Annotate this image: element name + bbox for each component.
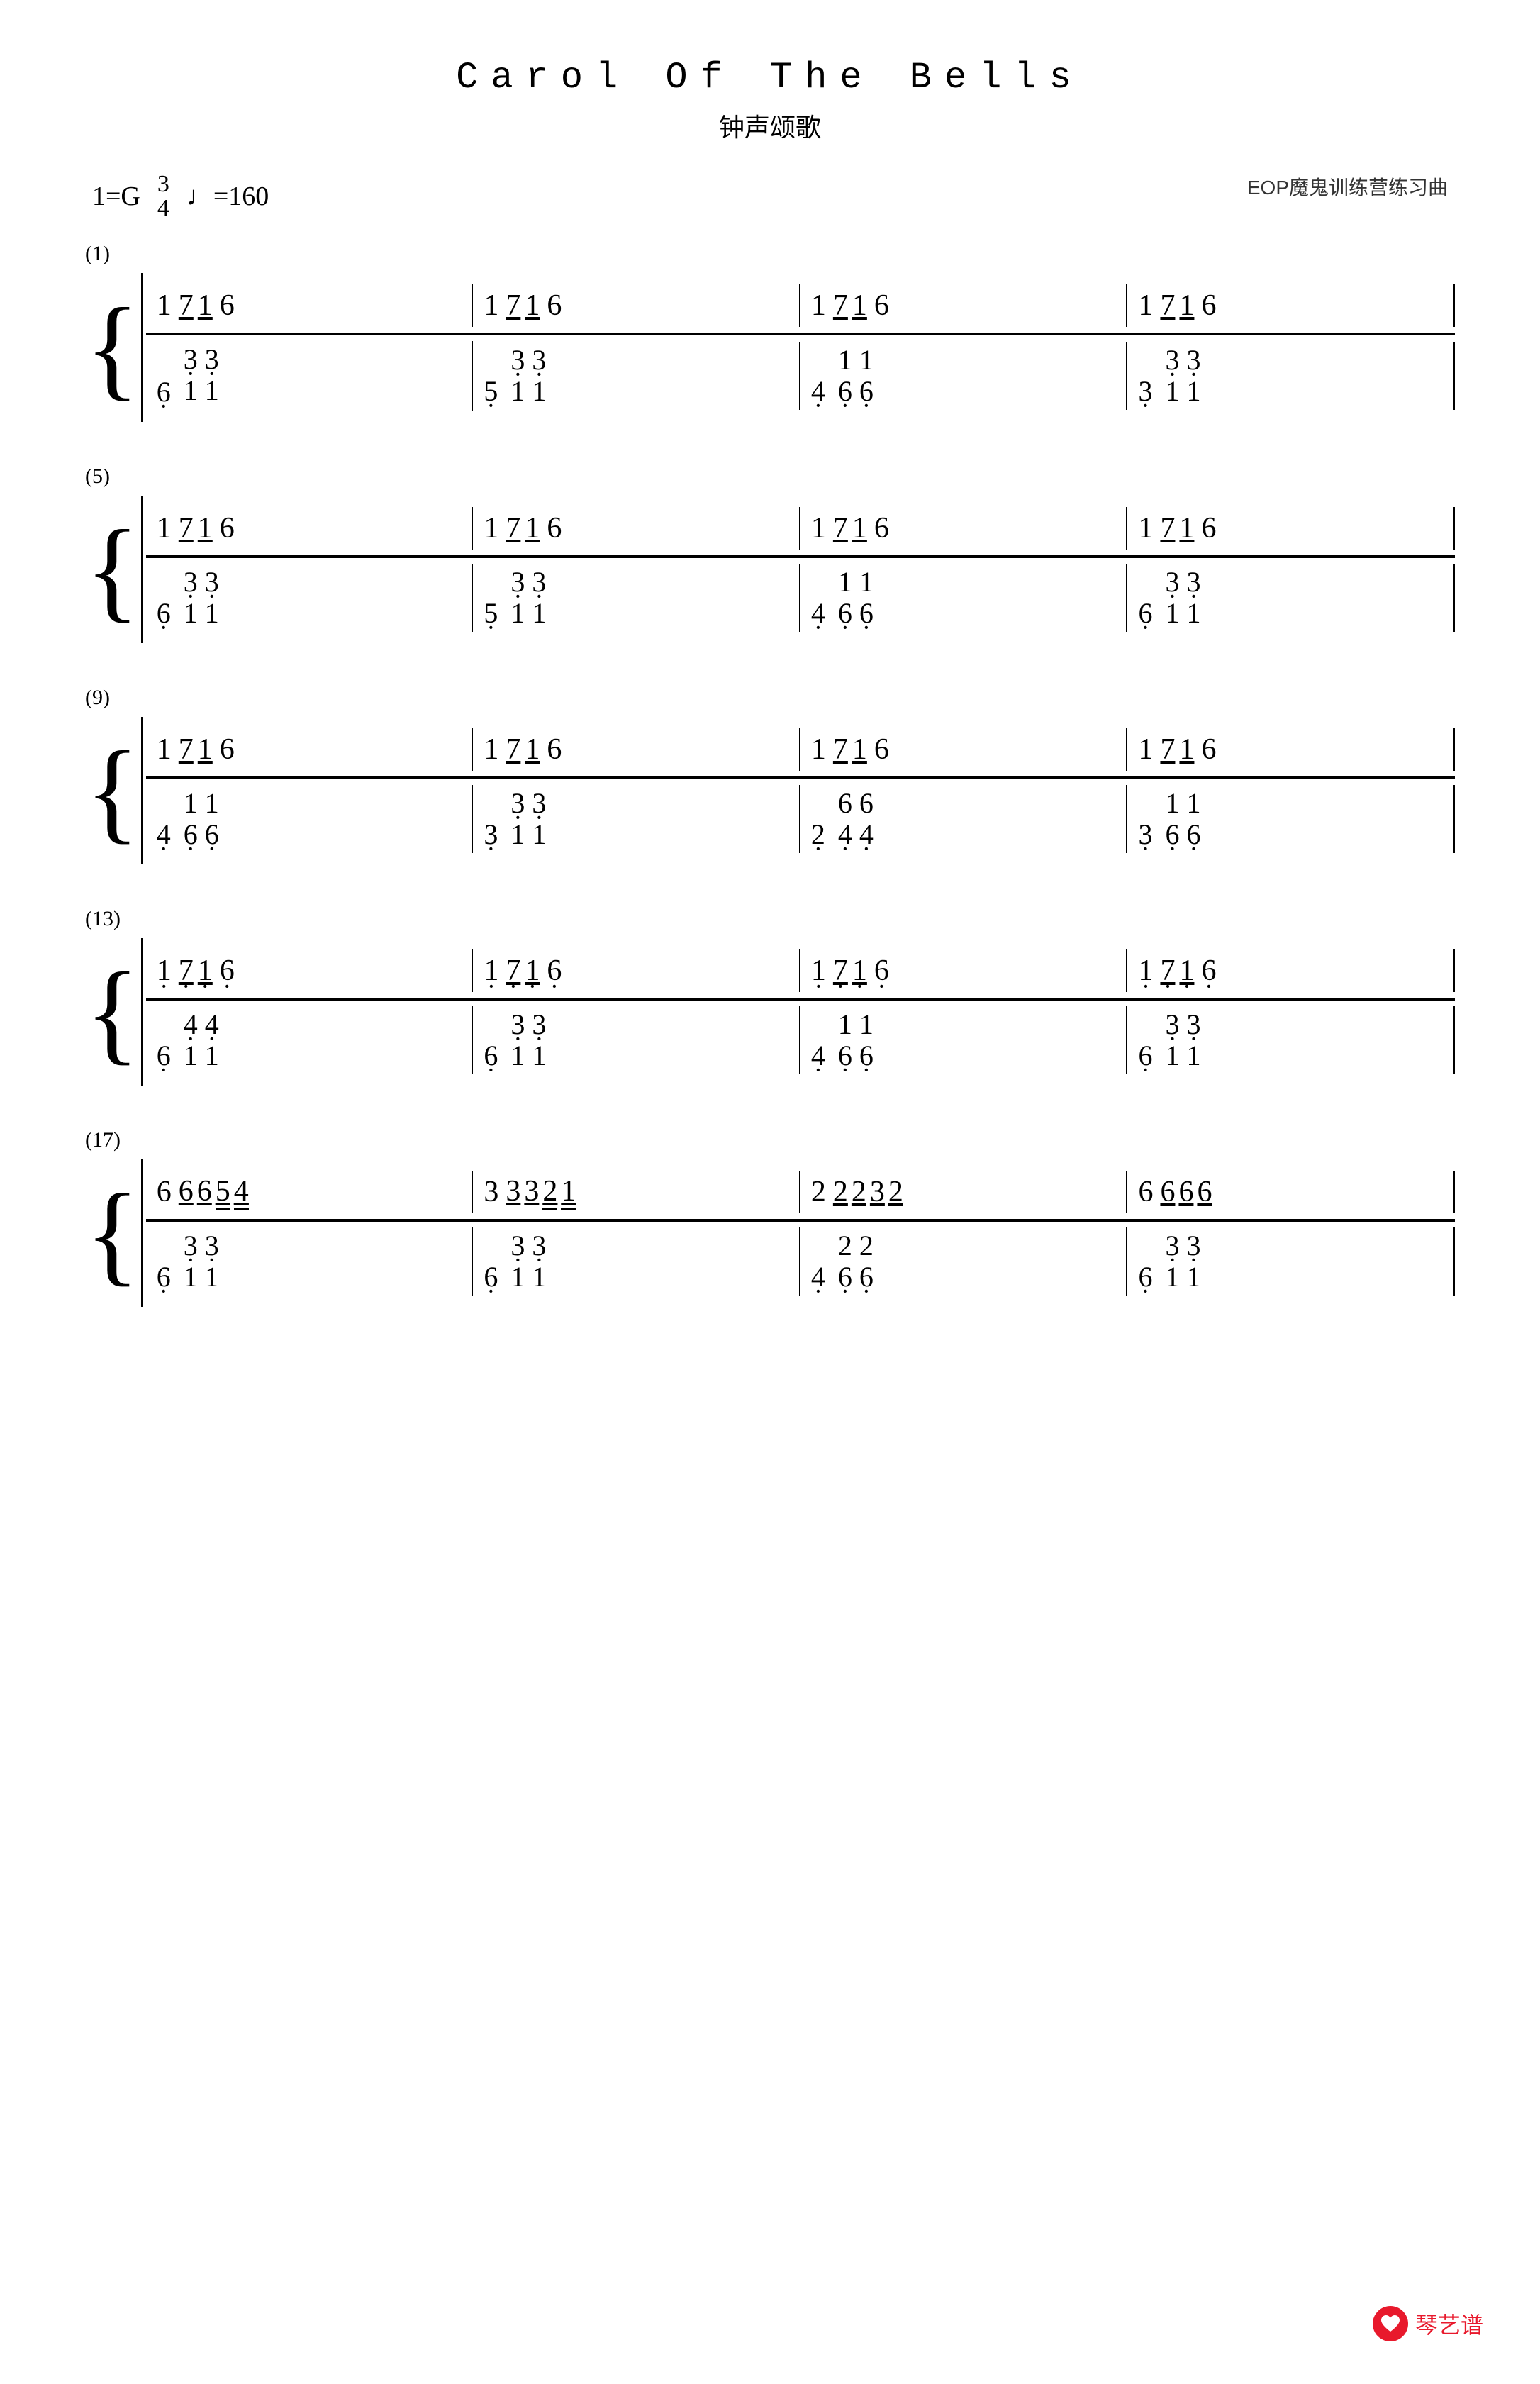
section-5: (5) { 1 7 1 6 1 7 1	[85, 464, 1455, 643]
section-label-9: (9)	[85, 686, 1455, 710]
b9m3: 2 6 4 6 4	[800, 785, 1128, 853]
logo-text: 琴艺谱	[1415, 2307, 1483, 2340]
section-13: (13) { 1 7 1 6 1 7 1	[85, 907, 1455, 1086]
grand-staff-5: { 1 7 1 6 1 7 1 6	[85, 496, 1455, 643]
b17m3: 4 2 6 2 6	[800, 1227, 1128, 1296]
b9m2: 3 3 1 3 1	[473, 785, 800, 853]
b1m1: 6 3 1 3 1	[146, 341, 474, 411]
bass-row-1: 6 3 1 3 1 5	[146, 334, 1455, 422]
t9m4: 1 7 1 6	[1127, 728, 1455, 771]
left-line-13	[141, 938, 143, 1086]
b17m2: 6 3 1 3 1	[473, 1227, 800, 1296]
treble-row-9: 1 7 1 6 1 7 1 6 1	[146, 717, 1455, 776]
tempo-info: 1=G 3 4 ♩=160	[92, 172, 269, 221]
t13m2: 1 7 1 6	[473, 949, 800, 992]
t1m3: 1 7 1 6	[800, 284, 1128, 327]
left-line-9	[141, 717, 143, 864]
staves-9: 1 7 1 6 1 7 1 6 1	[146, 717, 1455, 864]
brace-5: {	[85, 496, 140, 643]
b13m1: 6 4 1 4 1	[146, 1006, 474, 1074]
b17m1: 6 3 1 3 1	[146, 1227, 474, 1296]
bass-row-13: 6 4 1 4 1 6	[146, 999, 1455, 1086]
grand-staff-13: { 1 7 1 6 1 7 1 6	[85, 938, 1455, 1086]
b9m1: 4 1 6 1 6	[146, 785, 474, 853]
logo-area: 琴艺谱	[1373, 2306, 1483, 2341]
brace-9: {	[85, 717, 140, 864]
treble-row-17: 6 6 6 5 4 3 3 3 2 1	[146, 1159, 1455, 1219]
b13m3: 4 1 6 1 6	[800, 1006, 1128, 1074]
staves-17: 6 6 6 5 4 3 3 3 2 1	[146, 1159, 1455, 1307]
left-line-5	[141, 496, 143, 643]
left-line-1	[141, 273, 143, 422]
tempo-mark: ♩=160	[186, 181, 269, 212]
t17m3: 2 2 2 3 2	[800, 1171, 1128, 1213]
t5m2: 1 7 1 6	[473, 507, 800, 550]
t1m1: 1 7 1 6	[146, 284, 474, 327]
time-sig: 3 4	[157, 172, 169, 221]
t17m4: 6 6 6 6	[1127, 1171, 1455, 1213]
staves-13: 1 7 1 6 1 7 1 6 1	[146, 938, 1455, 1086]
t9m1: 1 7 1 6	[146, 728, 474, 771]
section-9: (9) { 1 7 1 6 1 7 1	[85, 686, 1455, 864]
b9m4: 3 1 6 1 6	[1127, 785, 1455, 853]
t5m4: 1 7 1 6	[1127, 507, 1455, 550]
treble-row-1: 1 7 1 6 1 7 1 6	[146, 273, 1455, 333]
t17m2: 3 3 3 2 1	[473, 1171, 800, 1213]
section-label-5: (5)	[85, 464, 1455, 489]
bass-row-5: 6 3 1 3 1 5	[146, 557, 1455, 643]
treble-row-13: 1 7 1 6 1 7 1 6 1	[146, 938, 1455, 998]
subtitle: 钟声颂歌	[85, 107, 1455, 144]
treble-row-5: 1 7 1 6 1 7 1 6 1	[146, 496, 1455, 555]
key-sig: 1=G	[92, 181, 140, 212]
b1m3: 4 1 6 1 6	[800, 342, 1128, 410]
t13m1: 1 7 1 6	[146, 949, 474, 992]
t9m3: 1 7 1 6	[800, 728, 1128, 771]
b5m4: 6 3 1 3 1	[1127, 564, 1455, 632]
b13m2: 6 3 1 3 1	[473, 1006, 800, 1074]
brace-13: {	[85, 938, 140, 1086]
grand-staff-17: { 6 6 6 5 4 3 3	[85, 1159, 1455, 1307]
t5m1: 1 7 1 6	[146, 507, 474, 550]
t1m4: 1 7 1 6	[1127, 284, 1455, 327]
watermark: EOP魔鬼训练营练习曲	[1247, 172, 1448, 201]
t17m1: 6 6 6 5 4	[146, 1171, 474, 1213]
meta-row: 1=G 3 4 ♩=160 EOP魔鬼训练营练习曲	[85, 172, 1455, 221]
section-label-13: (13)	[85, 907, 1455, 931]
grand-staff-9: { 1 7 1 6 1 7 1 6	[85, 717, 1455, 864]
t13m3: 1 7 1 6	[800, 949, 1128, 992]
t13m4: 1 7 1 6	[1127, 949, 1455, 992]
brace-17: {	[85, 1159, 140, 1307]
b5m2: 5 3 1 3 1	[473, 564, 800, 632]
staves-1: 1 7 1 6 1 7 1 6	[146, 273, 1455, 422]
b5m1: 6 3 1 3 1	[146, 564, 474, 632]
page-title: Carol Of The Bells	[85, 57, 1455, 99]
section-1: (1) { 1 7 1 6 1 7	[85, 242, 1455, 422]
bass-row-9: 4 1 6 1 6 3	[146, 778, 1455, 864]
logo-heart	[1373, 2306, 1408, 2341]
t9m2: 1 7 1 6	[473, 728, 800, 771]
bass-row-17: 6 3 1 3 1 6	[146, 1220, 1455, 1307]
left-line-17	[141, 1159, 143, 1307]
grand-staff-1: { 1 7 1 6 1 7 1	[85, 273, 1455, 422]
brace-1: {	[85, 273, 140, 422]
b5m3: 4 1 6 1 6	[800, 564, 1128, 632]
section-label-17: (17)	[85, 1128, 1455, 1152]
b13m4: 6 3 1 3 1	[1127, 1006, 1455, 1074]
b1m2: 5 3 1 3 1	[473, 342, 800, 410]
t1m2: 1 7 1 6	[473, 284, 800, 327]
section-17: (17) { 6 6 6 5 4 3	[85, 1128, 1455, 1307]
b17m4: 6 3 1 3 1	[1127, 1227, 1455, 1296]
section-label-1: (1)	[85, 242, 1455, 266]
b1m4: 3 3 1 3 1	[1127, 342, 1455, 410]
t5m3: 1 7 1 6	[800, 507, 1128, 550]
staves-5: 1 7 1 6 1 7 1 6 1	[146, 496, 1455, 643]
